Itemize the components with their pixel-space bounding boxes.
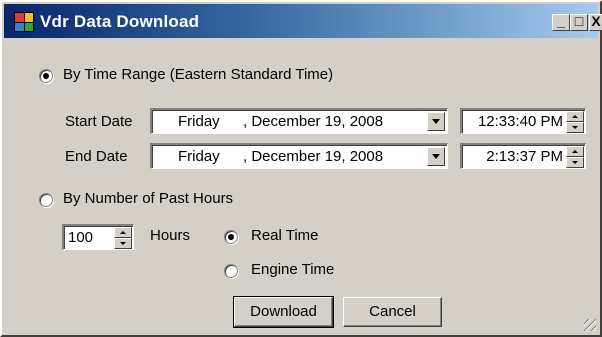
start-date-label: Start Date xyxy=(65,113,133,130)
end-time-picker[interactable]: 2:13:37 PM xyxy=(460,143,586,169)
real-time-radio[interactable] xyxy=(224,230,238,244)
end-date-picker[interactable]: Friday , December 19, 2008 xyxy=(150,143,448,169)
end-date-day[interactable]: Friday xyxy=(178,148,220,165)
engine-time-radio[interactable] xyxy=(224,264,238,278)
app-icon xyxy=(14,12,34,32)
hours-spinner[interactable] xyxy=(114,227,132,249)
download-button[interactable]: Download xyxy=(233,296,334,328)
start-date-value[interactable]: , December 19, 2008 xyxy=(243,113,383,130)
minimize-button[interactable]: _ xyxy=(552,14,570,31)
hours-value[interactable]: 100 xyxy=(68,229,93,246)
start-time-up-icon[interactable] xyxy=(566,111,584,122)
end-time-spinner[interactable] xyxy=(566,146,584,168)
cancel-button[interactable]: Cancel xyxy=(343,297,442,327)
title-bar[interactable]: Vdr Data Download _ □ X xyxy=(4,4,602,38)
end-time-value[interactable]: 2:13:37 PM xyxy=(486,148,563,165)
start-time-spinner[interactable] xyxy=(566,111,584,133)
close-button[interactable]: X xyxy=(589,14,602,31)
icon-quad-4 xyxy=(24,22,33,31)
end-time-down-icon[interactable] xyxy=(566,157,584,168)
end-date-label: End Date xyxy=(65,148,128,165)
start-time-down-icon[interactable] xyxy=(566,122,584,133)
icon-quad-1 xyxy=(15,13,24,22)
real-time-label[interactable]: Real Time xyxy=(251,227,319,244)
hours-up-icon[interactable] xyxy=(114,227,132,238)
engine-time-label[interactable]: Engine Time xyxy=(251,261,334,278)
hours-stepper[interactable]: 100 xyxy=(62,224,134,250)
vdr-data-download-window: Vdr Data Download _ □ X By Time Range (E… xyxy=(0,0,602,337)
maximize-button[interactable]: □ xyxy=(570,14,588,31)
hours-label: Hours xyxy=(150,227,191,244)
time-range-label[interactable]: By Time Range (Eastern Standard Time) xyxy=(63,66,333,83)
hours-down-icon[interactable] xyxy=(114,238,132,249)
past-hours-radio[interactable] xyxy=(39,193,53,207)
end-date-value[interactable]: , December 19, 2008 xyxy=(243,148,383,165)
start-date-day[interactable]: Friday xyxy=(178,113,220,130)
icon-quad-3 xyxy=(15,22,24,31)
time-range-radio[interactable] xyxy=(39,69,53,83)
resize-grip-icon[interactable] xyxy=(584,319,596,331)
icon-quad-2 xyxy=(24,13,33,22)
start-time-picker[interactable]: 12:33:40 PM xyxy=(460,108,586,134)
past-hours-label[interactable]: By Number of Past Hours xyxy=(63,190,233,207)
start-date-dropdown-icon[interactable] xyxy=(427,112,445,131)
window-title: Vdr Data Download xyxy=(40,12,200,31)
end-time-up-icon[interactable] xyxy=(566,146,584,157)
start-date-picker[interactable]: Friday , December 19, 2008 xyxy=(150,108,448,134)
start-time-value[interactable]: 12:33:40 PM xyxy=(478,113,563,130)
end-date-dropdown-icon[interactable] xyxy=(427,147,445,166)
